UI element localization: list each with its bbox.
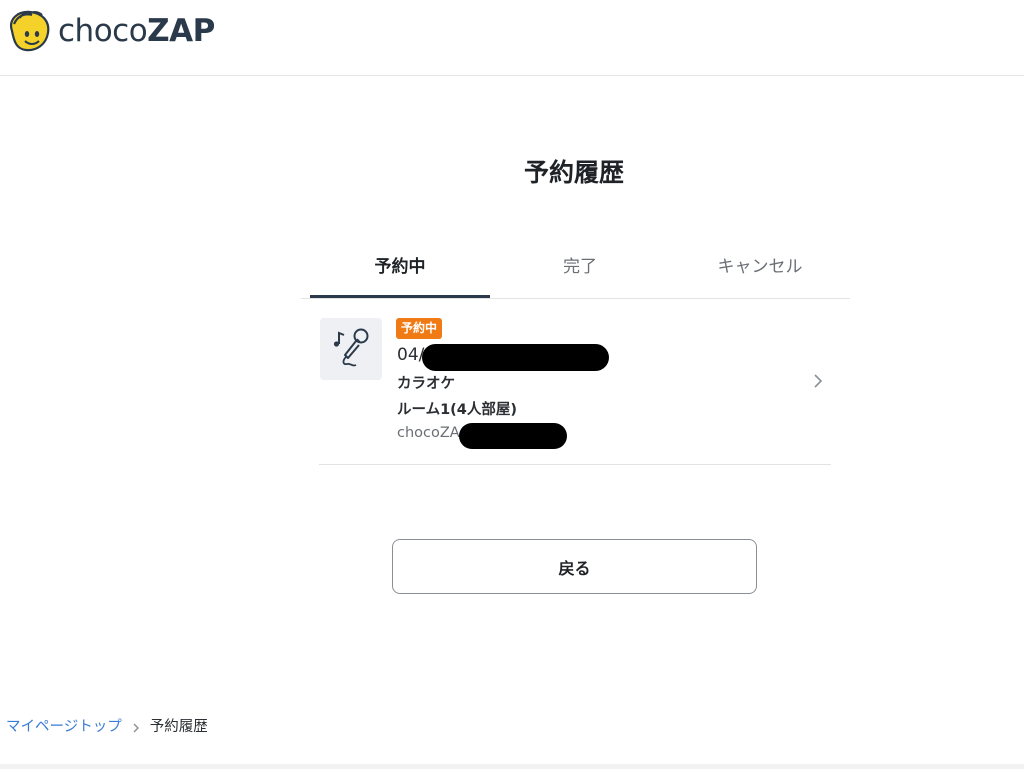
- header: chocoZAP: [0, 0, 1024, 76]
- logo-text-bold: ZAP: [147, 12, 215, 49]
- footer-divider: [0, 764, 1024, 769]
- brand-logo[interactable]: chocoZAP: [6, 9, 215, 53]
- tab-reserved[interactable]: 予約中: [310, 240, 490, 298]
- reservation-thumbnail: [320, 318, 382, 380]
- breadcrumb: マイページトップ 予約履歴: [6, 715, 208, 736]
- chevron-right-icon: [814, 374, 823, 388]
- status-badge: 予約中: [396, 318, 443, 339]
- logo-wordmark: chocoZAP: [58, 12, 215, 49]
- reservation-store: chocoZA: [397, 425, 460, 441]
- page-title: 予約履歴: [523, 158, 624, 187]
- breadcrumb-mypage-link[interactable]: マイページトップ: [6, 715, 122, 736]
- chevron-right-icon: [133, 723, 139, 732]
- reservation-card[interactable]: 予約中 04/ カラオケ ルーム1(4人部屋) chocoZA: [319, 299, 831, 465]
- redaction-mark: [422, 344, 609, 371]
- back-button[interactable]: 戻る: [392, 539, 757, 594]
- reservation-date: 04/: [397, 345, 425, 365]
- logo-mascot-icon: [10, 10, 50, 52]
- reservation-tabs: 予約中 完了 キャンセル: [310, 240, 850, 298]
- karaoke-microphone-icon: [333, 328, 369, 367]
- reservation-category: カラオケ: [397, 376, 455, 392]
- breadcrumb-current: 予約履歴: [149, 719, 208, 735]
- reservation-room: ルーム1(4人部屋): [397, 402, 517, 418]
- tab-cancelled[interactable]: キャンセル: [670, 240, 850, 298]
- tab-completed[interactable]: 完了: [490, 240, 670, 298]
- logo-text-light: choco: [58, 12, 148, 49]
- redaction-mark: [459, 423, 567, 449]
